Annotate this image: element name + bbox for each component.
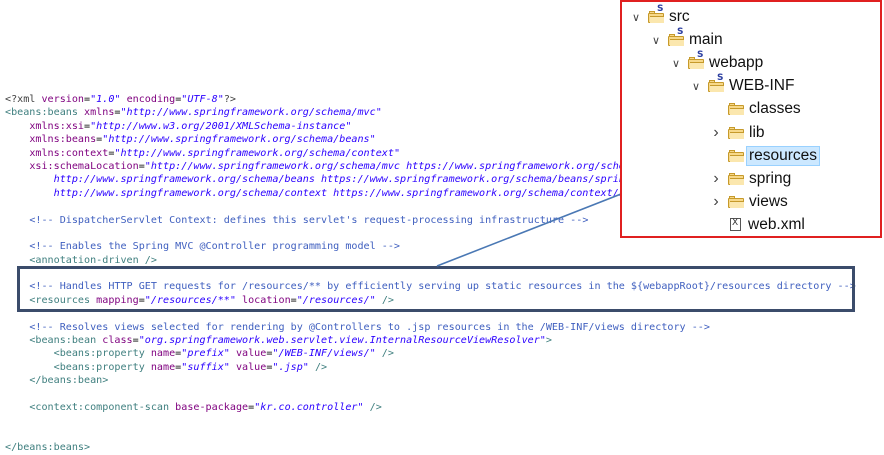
- code-token-tag: </beans:beans>: [5, 442, 91, 454]
- tree-item-webapp[interactable]: ∨ Swebapp: [670, 51, 764, 74]
- chevron-down-icon[interactable]: ∨: [650, 34, 662, 47]
- chevron-down-icon[interactable]: ∨: [630, 11, 642, 24]
- chevron-down-icon[interactable]: ∨: [670, 57, 682, 70]
- tree-item-label: views: [749, 192, 788, 210]
- tree-item-main[interactable]: ∨ Smain: [650, 28, 723, 51]
- chevron-right-icon[interactable]: ›: [710, 124, 722, 141]
- tree-item-web-xml[interactable]: web.xml: [710, 214, 805, 236]
- chevron-right-icon[interactable]: ›: [710, 193, 722, 210]
- folder-icon: [728, 195, 744, 208]
- chevron-right-icon[interactable]: ›: [710, 170, 722, 187]
- source-folder-icon: S: [708, 74, 724, 93]
- folder-icon: [728, 126, 744, 139]
- tree-item-spring[interactable]: › spring: [710, 168, 791, 190]
- tree-item-classes[interactable]: classes: [710, 98, 801, 120]
- tree-item-label: web.xml: [748, 215, 805, 233]
- tree-item-src[interactable]: ∨ Ssrc: [630, 5, 690, 28]
- folder-icon: [728, 103, 744, 116]
- source-folder-icon: S: [648, 5, 664, 23]
- tree-item-label: webapp: [709, 54, 764, 72]
- tree-item-label: main: [689, 31, 723, 49]
- tree-item-views[interactable]: › views: [710, 191, 788, 213]
- code-line[interactable]: </beans:beans>: [5, 441, 884, 454]
- tree-item-label: spring: [749, 169, 792, 187]
- tree-item-resources[interactable]: resources: [710, 145, 821, 167]
- chevron-down-icon[interactable]: ∨: [690, 80, 702, 93]
- tree-item-label: resources: [746, 145, 821, 166]
- tree-item-lib[interactable]: › lib: [710, 122, 765, 144]
- tree-item-web-inf[interactable]: ∨ S WEB-INF: [690, 74, 795, 97]
- folder-icon: [728, 172, 744, 185]
- project-explorer-tree[interactable]: ∨ Ssrc ∨ Smain ∨ Swebapp ∨ S WEB-INF classes › lib r…: [620, 0, 882, 238]
- source-folder-icon: S: [668, 28, 684, 47]
- tree-item-label: classes: [749, 100, 801, 118]
- xml-file-icon: [730, 218, 741, 232]
- tree-item-label: lib: [749, 123, 765, 141]
- source-folder-icon: S: [688, 51, 704, 70]
- tree-item-label: WEB-INF: [729, 77, 795, 95]
- folder-icon: [728, 149, 744, 162]
- tree-item-label: src: [669, 8, 690, 25]
